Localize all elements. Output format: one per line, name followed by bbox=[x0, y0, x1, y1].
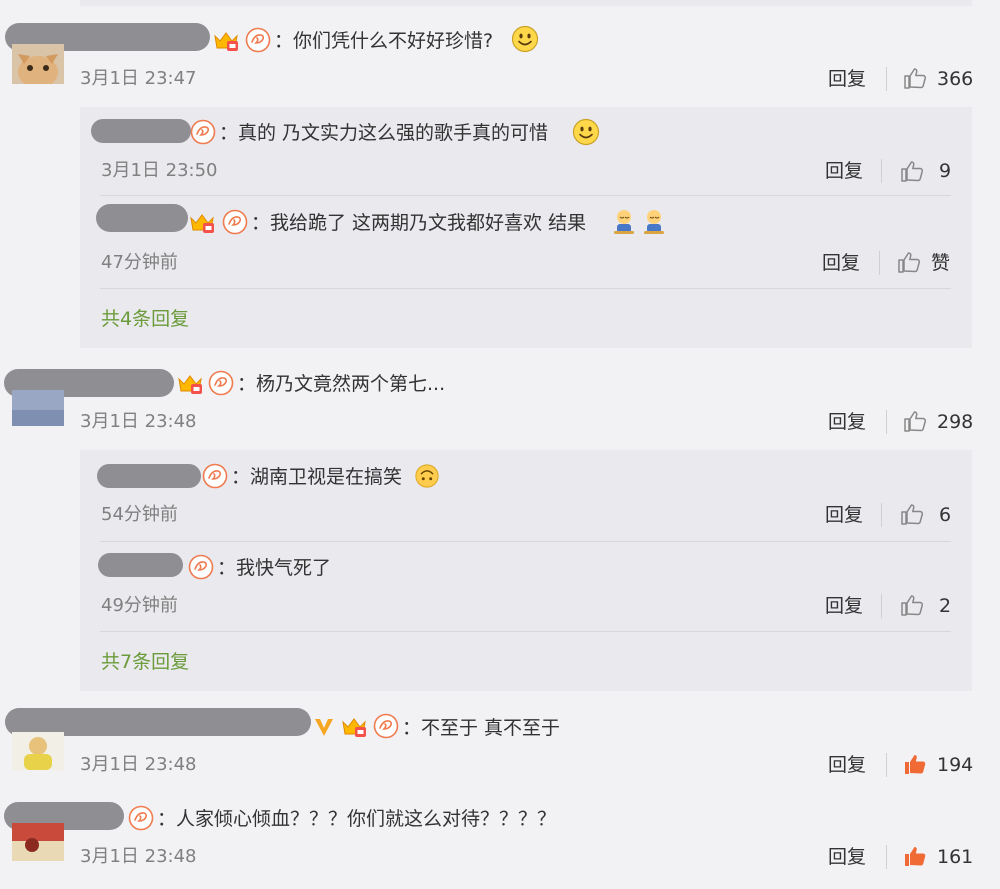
fan-badge-icon bbox=[208, 370, 234, 396]
reply-button[interactable]: 回复 bbox=[825, 160, 863, 182]
comment-text: ：杨乃文竟然两个第七... bbox=[237, 373, 446, 395]
comment-text: ：不至于 真不至于 bbox=[402, 717, 561, 739]
verified-v-icon bbox=[315, 719, 333, 736]
crown-badge-icon bbox=[188, 209, 216, 235]
like-count: 赞 bbox=[931, 252, 951, 274]
username-redacted[interactable] bbox=[98, 553, 183, 577]
divider bbox=[886, 845, 887, 869]
reply-separator bbox=[100, 541, 951, 542]
divider bbox=[881, 503, 882, 527]
thumbs-up-icon[interactable] bbox=[900, 160, 924, 182]
fan-badge-icon bbox=[190, 119, 216, 145]
fan-badge-icon bbox=[202, 463, 228, 489]
reply-time: 54分钟前 bbox=[101, 504, 178, 525]
avatar[interactable] bbox=[12, 732, 64, 770]
comment-time: 3月1日 23:48 bbox=[80, 411, 197, 432]
like-count: 2 bbox=[939, 595, 952, 617]
fan-badge-icon bbox=[373, 713, 399, 739]
thumbs-up-icon[interactable] bbox=[900, 594, 924, 616]
comment-text: ：你们凭什么不好好珍惜? bbox=[274, 30, 494, 52]
reply-button[interactable]: 回复 bbox=[822, 252, 860, 274]
replies-panel: ：真的 乃文实力这么强的歌手真的可惜 3月1日 23:50 回复 9 ：我给跪了… bbox=[80, 107, 972, 348]
thumbs-up-icon[interactable] bbox=[903, 753, 927, 775]
comment-time: 3月1日 23:47 bbox=[80, 68, 197, 89]
fan-badge-icon bbox=[222, 209, 248, 235]
reply-time: 47分钟前 bbox=[101, 252, 178, 273]
reply-separator bbox=[100, 195, 951, 196]
thumbs-up-icon[interactable] bbox=[900, 503, 924, 525]
thumbs-up-icon[interactable] bbox=[903, 845, 927, 867]
crown-badge-icon bbox=[212, 27, 240, 53]
avatar[interactable] bbox=[12, 823, 64, 861]
avatar[interactable] bbox=[12, 390, 64, 426]
reply-text: ：真的 乃文实力这么强的歌手真的可惜 bbox=[219, 122, 549, 144]
reply-button[interactable]: 回复 bbox=[828, 754, 866, 776]
upside-down-emoji-icon bbox=[414, 463, 440, 489]
thumbs-up-icon[interactable] bbox=[903, 67, 927, 89]
divider bbox=[879, 251, 880, 275]
comment-text: ：人家倾心倾血？？？你们就这么对待？？？？ bbox=[157, 808, 557, 830]
like-count: 9 bbox=[939, 160, 952, 182]
replies-panel: ：湖南卫视是在搞笑 54分钟前 回复 6 ：我快气死了 49分钟前 回复 2 共… bbox=[80, 450, 972, 691]
like-count: 161 bbox=[937, 846, 974, 868]
more-replies-link[interactable]: 共4条回复 bbox=[101, 308, 189, 330]
reply-button[interactable]: 回复 bbox=[825, 595, 863, 617]
fan-badge-icon bbox=[188, 554, 214, 580]
more-replies-link[interactable]: 共7条回复 bbox=[101, 651, 189, 673]
crown-badge-icon bbox=[340, 713, 368, 739]
divider bbox=[886, 753, 887, 777]
reply-time: 49分钟前 bbox=[101, 595, 178, 616]
reply-text: ：我快气死了 bbox=[217, 557, 332, 579]
kneel-emoji-icon bbox=[610, 208, 638, 236]
smile-emoji-icon bbox=[572, 118, 600, 146]
avatar[interactable] bbox=[12, 44, 64, 84]
like-count: 366 bbox=[937, 68, 974, 90]
username-redacted[interactable] bbox=[97, 464, 201, 488]
reply-time: 3月1日 23:50 bbox=[101, 160, 218, 181]
comment-time: 3月1日 23:48 bbox=[80, 754, 197, 775]
like-count: 194 bbox=[937, 754, 974, 776]
username-redacted[interactable] bbox=[91, 119, 191, 143]
divider bbox=[886, 410, 887, 434]
fan-badge-icon bbox=[245, 27, 271, 53]
username-redacted[interactable] bbox=[96, 204, 188, 232]
reply-button[interactable]: 回复 bbox=[828, 846, 866, 868]
reply-separator bbox=[100, 631, 951, 632]
kneel-emoji-icon bbox=[640, 208, 668, 236]
reply-text: ：湖南卫视是在搞笑 bbox=[231, 466, 403, 488]
smile-emoji-icon bbox=[511, 25, 539, 53]
fan-badge-icon bbox=[128, 805, 154, 831]
previous-thread-panel bbox=[80, 0, 972, 6]
reply-button[interactable]: 回复 bbox=[825, 504, 863, 526]
comment-time: 3月1日 23:48 bbox=[80, 846, 197, 867]
reply-text: ：我给跪了 这两期乃文我都好喜欢 结果 bbox=[251, 212, 587, 234]
reply-separator bbox=[100, 288, 951, 289]
divider bbox=[881, 159, 882, 183]
thumbs-up-icon[interactable] bbox=[903, 410, 927, 432]
reply-button[interactable]: 回复 bbox=[828, 68, 866, 90]
like-count: 6 bbox=[939, 504, 952, 526]
crown-badge-icon bbox=[176, 370, 204, 396]
divider bbox=[881, 594, 882, 618]
thumbs-up-icon[interactable] bbox=[897, 251, 921, 273]
divider bbox=[886, 67, 887, 91]
like-count: 298 bbox=[937, 411, 974, 433]
reply-button[interactable]: 回复 bbox=[828, 411, 866, 433]
